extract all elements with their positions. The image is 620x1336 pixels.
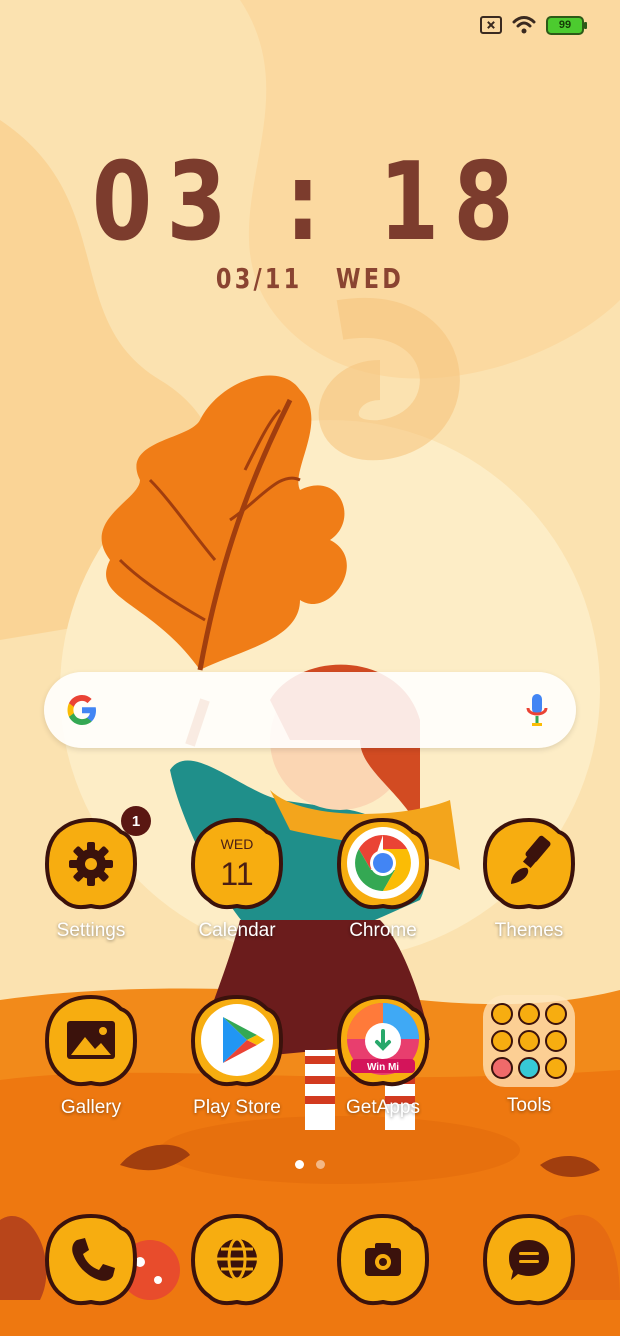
folder-app-icon — [518, 1030, 540, 1052]
app-calendar[interactable]: WED 11 Calendar — [167, 816, 307, 942]
app-label: Calendar — [198, 920, 276, 941]
calendar-weekday: WED — [220, 836, 254, 852]
date-day-month: 03/11 — [215, 262, 303, 295]
google-g-icon — [67, 695, 96, 725]
phone-icon — [44, 1213, 138, 1306]
folder-app-icon — [518, 1057, 540, 1079]
dock-phone[interactable] — [43, 1212, 139, 1308]
folder-icon — [483, 995, 575, 1087]
no-sim-icon — [480, 16, 502, 34]
folder-tools[interactable]: Tools — [459, 993, 599, 1117]
getapps-sublabel: Win Mi — [367, 1062, 399, 1073]
folder-app-icon — [545, 1057, 567, 1079]
page-dot — [316, 1160, 325, 1169]
dock-browser[interactable] — [189, 1212, 285, 1308]
folder-app-icon — [518, 1003, 540, 1025]
app-getapps[interactable]: Win Mi GetApps — [313, 993, 453, 1119]
play-store-icon — [190, 994, 284, 1087]
folder-app-icon — [491, 1057, 513, 1079]
app-chrome[interactable]: Chrome — [313, 816, 453, 942]
app-gallery[interactable]: Gallery — [21, 993, 161, 1119]
app-label: GetApps — [346, 1097, 420, 1118]
status-bar: 99 — [480, 12, 587, 38]
folder-app-icon — [491, 1003, 513, 1025]
notification-badge: 1 — [121, 806, 151, 836]
clock-time[interactable]: 03 : 18 — [62, 140, 558, 265]
app-themes[interactable]: Themes — [459, 816, 599, 942]
google-search-bar[interactable] — [44, 672, 576, 748]
browser-globe-icon — [190, 1213, 284, 1306]
app-label: Themes — [494, 920, 564, 941]
calendar-day: 11 — [220, 856, 254, 892]
app-label: Chrome — [349, 920, 417, 941]
getapps-icon: Win Mi — [336, 994, 430, 1087]
app-play-store[interactable]: Play Store — [167, 993, 307, 1119]
chrome-icon — [336, 817, 430, 910]
dock-camera[interactable] — [335, 1212, 431, 1308]
app-label: Settings — [56, 920, 126, 941]
folder-app-icon — [545, 1030, 567, 1052]
dock-messages[interactable] — [481, 1212, 577, 1308]
microphone-icon[interactable] — [526, 692, 548, 728]
page-indicator — [0, 1160, 620, 1169]
wifi-icon — [512, 16, 536, 34]
camera-icon — [336, 1213, 430, 1306]
page-dot-active — [295, 1160, 304, 1169]
battery-icon: 99 — [546, 15, 587, 35]
app-label: Tools — [506, 1095, 552, 1116]
battery-level: 99 — [558, 19, 572, 31]
clock-date[interactable]: 03/11 WED — [62, 262, 558, 295]
folder-app-icon — [545, 1003, 567, 1025]
app-label: Play Store — [193, 1097, 281, 1118]
messages-icon — [482, 1213, 576, 1306]
paintbrush-icon — [482, 817, 576, 910]
app-label: Gallery — [60, 1097, 122, 1118]
image-icon — [44, 994, 138, 1087]
app-settings[interactable]: 1 Settings — [21, 806, 161, 942]
folder-app-icon — [491, 1030, 513, 1052]
date-weekday: WED — [335, 262, 405, 295]
